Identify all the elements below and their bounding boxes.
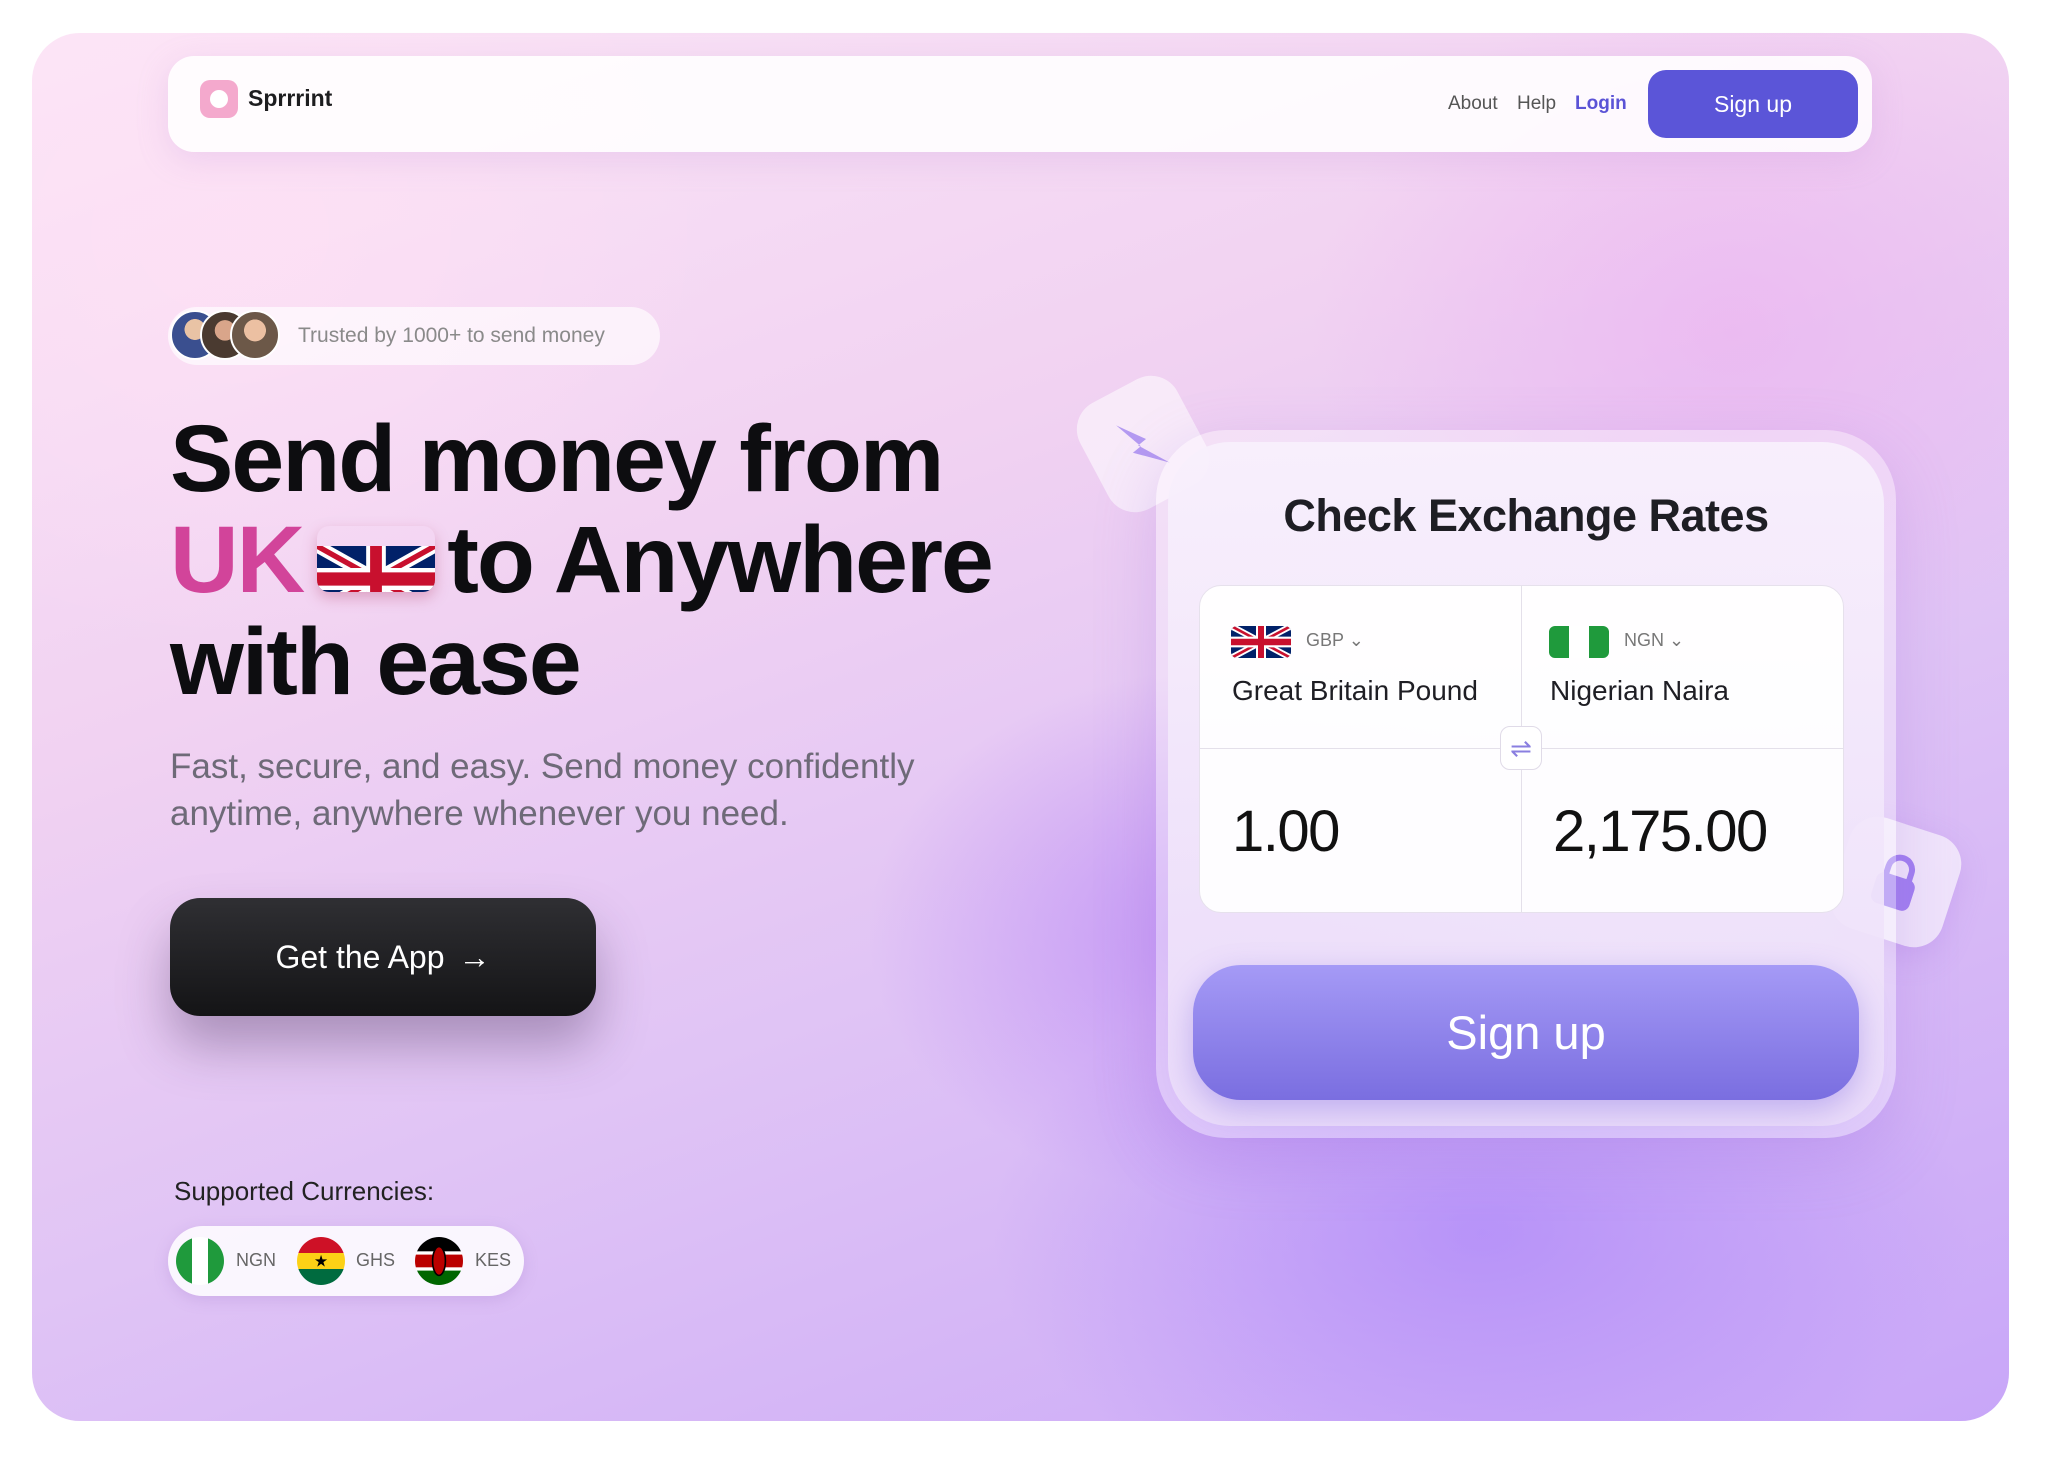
nigeria-flag-icon [176, 1237, 224, 1285]
from-amount-input[interactable]: 1.00 [1232, 798, 1340, 865]
headline-line-1: Send money from [170, 406, 944, 512]
get-the-app-button[interactable]: Get the App → [170, 898, 596, 1016]
chevron-down-icon: ⌄ [1669, 630, 1685, 650]
uk-flag-icon [1231, 626, 1291, 658]
chevron-down-icon: ⌄ [1348, 630, 1364, 650]
brand-logo-icon[interactable] [200, 80, 238, 118]
hero-subtext-line-1: Fast, secure, and easy. Send money confi… [170, 747, 915, 786]
nav-login-link[interactable]: Login [1575, 93, 1627, 115]
from-currency-code: GBP [1306, 630, 1344, 650]
nav-about-link[interactable]: About [1448, 93, 1498, 115]
hero-subtext: Fast, secure, and easy. Send money confi… [170, 743, 1010, 837]
arrow-right-icon: → [458, 938, 491, 975]
nav-help-link[interactable]: Help [1517, 93, 1556, 115]
to-amount-value: 2,175.00 [1553, 799, 1768, 864]
from-currency-select[interactable]: GBP ⌄ [1306, 630, 1364, 651]
hero-subtext-line-2: anytime, anywhere whenever you need. [170, 794, 789, 833]
trust-badge: Trusted by 1000+ to send money [168, 307, 660, 365]
headline-line-2-rest: to Anywhere [447, 507, 994, 613]
to-currency-select[interactable]: NGN ⌄ [1624, 630, 1684, 651]
from-currency-name: Great Britain Pound [1232, 675, 1478, 706]
kenya-flag-icon [415, 1237, 463, 1285]
avatar [230, 310, 280, 360]
card-signup-button[interactable]: Sign up [1193, 965, 1859, 1100]
supported-currencies-label: Supported Currencies: [174, 1176, 435, 1206]
get-the-app-label: Get the App [275, 938, 445, 975]
brand-name[interactable]: Sprrrint [248, 85, 332, 112]
currency-code: GHS [356, 1250, 396, 1270]
nav-signup-button[interactable]: Sign up [1648, 70, 1858, 138]
currency-code: NGN [236, 1250, 276, 1270]
exchange-card-title: Check Exchange Rates [1283, 490, 1769, 541]
headline-line-2: UK to Anywhere [170, 506, 994, 615]
headline-line-3: with ease [170, 609, 582, 715]
nigeria-flag-icon [1549, 626, 1609, 658]
svg-text:★: ★ [314, 1254, 328, 1271]
ghana-flag-icon: ★ [297, 1237, 345, 1285]
swap-arrows-icon[interactable]: ⇌ [1500, 726, 1542, 770]
top-navbar: Sprrrint About Help Login Sign up [168, 56, 1872, 152]
uk-flag-icon [317, 526, 436, 592]
headline-uk: UK [170, 507, 305, 613]
supported-currencies-pill: NGN ★ GHS KES [168, 1226, 524, 1296]
to-currency-code: NGN [1624, 630, 1664, 650]
currency-code: KES [475, 1250, 512, 1270]
trust-text: Trusted by 1000+ to send money [298, 324, 605, 347]
to-currency-name: Nigerian Naira [1550, 675, 1729, 706]
